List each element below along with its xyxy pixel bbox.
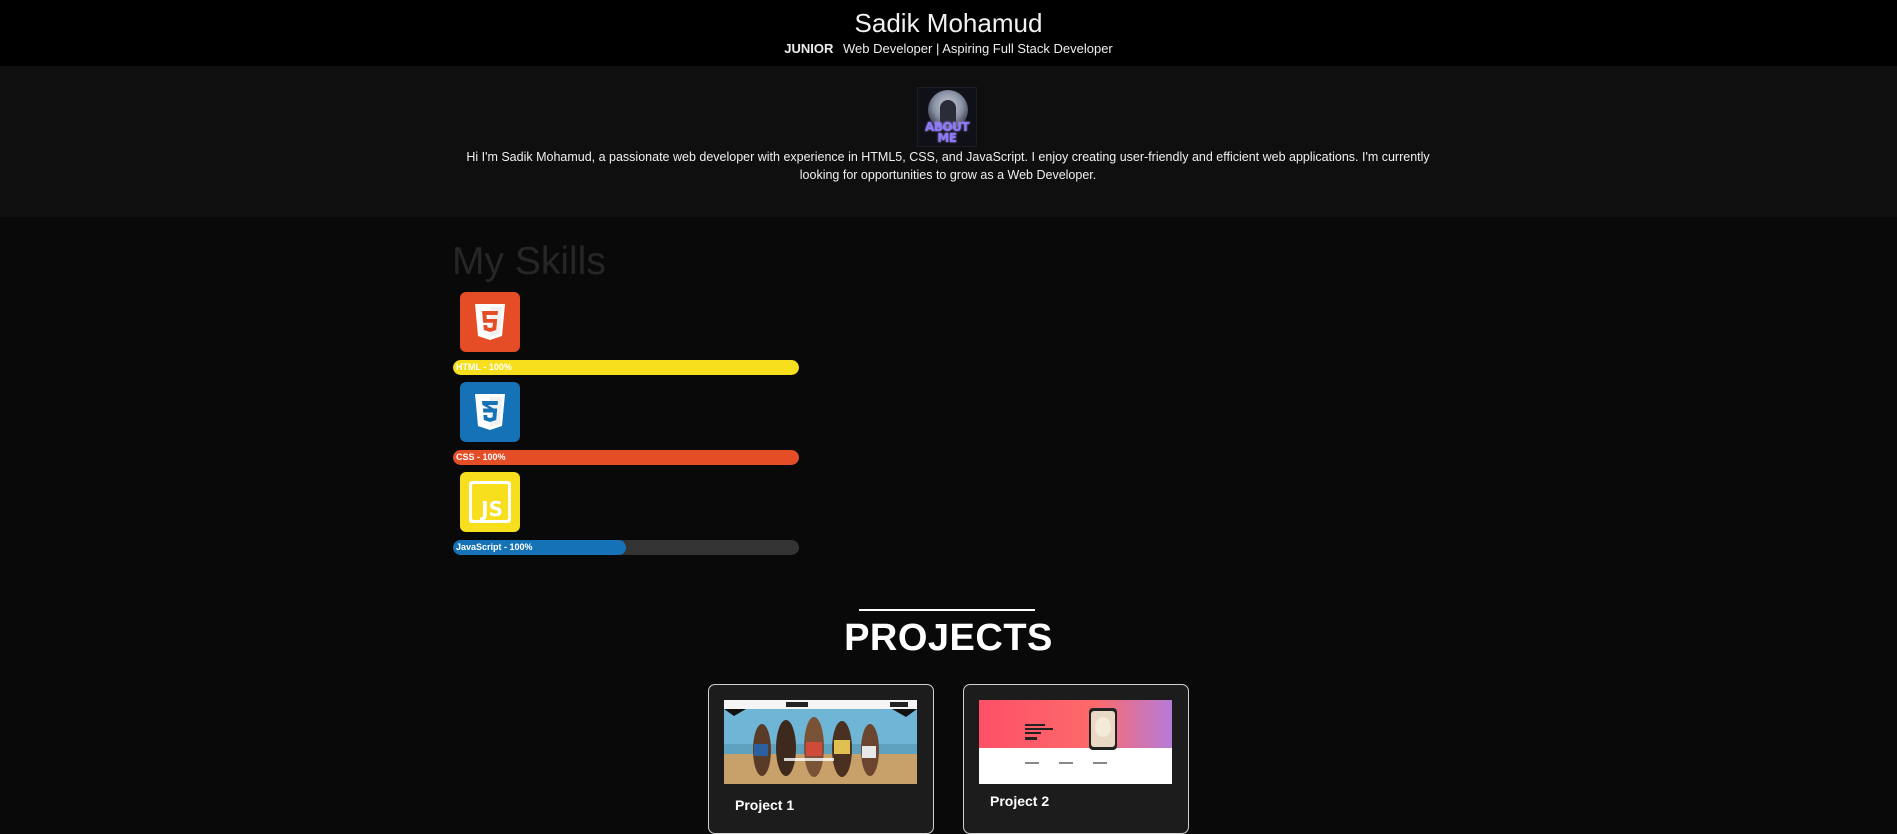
- project-1-title[interactable]: Project 1: [735, 797, 794, 813]
- project-card-2[interactable]: Project 2: [963, 684, 1189, 834]
- projects-title: PROJECTS: [844, 617, 1053, 659]
- skill-label-css: CSS - 100%: [456, 452, 506, 462]
- skill-bar-css: CSS - 100%: [453, 450, 799, 465]
- html5-icon: [460, 292, 520, 352]
- subtitle-junior: JUNIOR: [784, 41, 834, 56]
- about-bio: Hi I'm Sadik Mohamud, a passionate web d…: [466, 150, 1430, 182]
- skill-label-javascript: JavaScript - 100%: [456, 542, 533, 552]
- skill-bar-javascript: JavaScript - 100%: [453, 540, 799, 555]
- site-subtitle: JUNIOR Web Developer | Aspiring Full Sta…: [0, 41, 1897, 56]
- skills-title: My Skills: [452, 240, 606, 283]
- project-card-1[interactable]: Project 1: [708, 684, 934, 834]
- skill-bar-html: HTML - 100%: [453, 360, 799, 375]
- css3-icon: [460, 382, 520, 442]
- project-1-thumbnail[interactable]: [724, 700, 917, 784]
- site-header: Sadik Mohamud JUNIOR Web Developer | Asp…: [0, 0, 1897, 66]
- javascript-icon-text: JS: [479, 497, 503, 521]
- project-2-title[interactable]: Project 2: [990, 793, 1049, 809]
- project-2-thumbnail[interactable]: [979, 700, 1172, 784]
- site-name: Sadik Mohamud: [854, 8, 1043, 38]
- javascript-icon: JS: [460, 472, 520, 532]
- about-me-avatar: ABOUT ME: [917, 87, 977, 147]
- avatar-text-me: ME: [937, 131, 957, 145]
- skill-label-html: HTML - 100%: [456, 362, 512, 372]
- subtitle-role: Web Developer | Aspiring Full Stack Deve…: [842, 41, 1113, 56]
- about-section: ABOUT ME Hi I'm Sadik Mohamud, a passion…: [0, 66, 1897, 217]
- projects-divider: [859, 609, 1035, 611]
